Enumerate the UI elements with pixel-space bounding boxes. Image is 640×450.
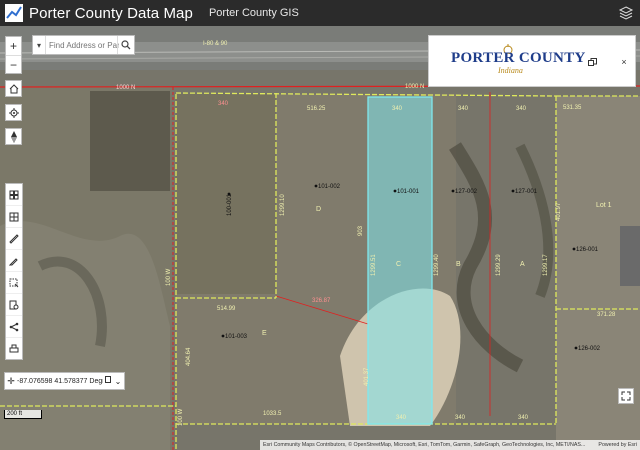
dim-1299-17: 1299.17 — [543, 254, 549, 276]
map-attribution: Esri Community Maps Contributors, © Open… — [260, 440, 640, 450]
search-input[interactable] — [46, 40, 122, 50]
search-button[interactable] — [117, 36, 134, 54]
scale-bar: 200 ft — [4, 410, 42, 419]
draw-icon — [9, 257, 18, 265]
parcel-letter-e: E — [262, 330, 267, 337]
query-icon — [9, 300, 19, 309]
dim-326-87: 326.87 — [312, 298, 331, 304]
home-button[interactable] — [5, 80, 22, 97]
dim-1299-10: 1299.10 — [280, 194, 286, 216]
parcel-id-126-002: 126-002 — [578, 346, 601, 352]
share-icon — [9, 322, 19, 331]
parcel-id-127-001: 127-001 — [515, 189, 538, 195]
fullscreen-button[interactable] — [618, 388, 634, 404]
dim-903: 903 — [358, 225, 364, 236]
basemap-gallery-button[interactable] — [6, 184, 22, 206]
dim-1299-51: 1299.51 — [371, 254, 377, 276]
label-road-north-b: 1000 N — [405, 84, 424, 90]
dim-514-99: 514.99 — [217, 306, 236, 312]
dim-340-selected-top: 340 — [392, 106, 403, 112]
dim-340-bottom-b: 340 — [455, 415, 466, 421]
app-title: Porter County Data Map — [29, 4, 193, 22]
dim-340-bottom-a: 340 — [518, 415, 529, 421]
dim-531-35: 531.35 — [563, 105, 582, 111]
label-road-west: 100 W — [166, 268, 172, 286]
draw-button[interactable] — [6, 250, 22, 272]
compass-icon — [10, 130, 17, 143]
county-brand-text: PORTER COUNTY — [451, 50, 586, 66]
restore-window-icon[interactable] — [586, 56, 598, 68]
measure-icon — [9, 233, 19, 244]
print-icon — [9, 344, 19, 352]
label-highway: I-80 & 90 — [203, 41, 228, 47]
chevron-down-icon[interactable]: ▾ — [33, 36, 46, 54]
dim-404-64: 404.64 — [186, 347, 192, 366]
tool-bar — [5, 183, 23, 360]
select-button[interactable] — [6, 272, 22, 294]
dim-401-97: 401.97 — [556, 202, 562, 221]
close-button[interactable]: × — [618, 56, 630, 68]
app-subtitle: Porter County GIS — [208, 7, 299, 19]
coordinate-readout: ✛ -87.076598 41.578377 Degr... ⌄ — [4, 372, 125, 390]
attribution-text: Esri Community Maps Contributors, © Open… — [263, 442, 586, 448]
search-icon — [121, 40, 131, 50]
parcel-label-lot-1: Lot 1 — [596, 202, 612, 209]
dim-401-37: 401.37 — [364, 367, 370, 386]
search-widget: ▾ — [32, 35, 135, 55]
parcel-letter-d: D — [316, 206, 321, 213]
county-script-text: Indiana — [498, 66, 523, 75]
dim-340-mid: 340 — [458, 106, 469, 112]
zoom-in-button[interactable]: + — [6, 37, 21, 56]
crosshair-icon[interactable]: ✛ — [5, 376, 17, 387]
layers-icon[interactable] — [618, 5, 634, 21]
parcel-letter-a: A — [520, 261, 525, 268]
fullscreen-icon — [621, 391, 631, 401]
parcel-id-101-001: 101-001 — [397, 189, 420, 195]
chevron-down-icon[interactable]: ⌄ — [113, 377, 123, 386]
copy-icon[interactable] — [103, 376, 113, 386]
dim-340-west: 340 — [218, 101, 229, 107]
zoom-out-button[interactable]: − — [6, 56, 21, 74]
compass-button[interactable] — [5, 128, 22, 145]
parcel-id-101-003: 101-003 — [225, 334, 248, 340]
parcel-letter-b: B — [456, 261, 461, 268]
parcel-id-100-001: 100-001 — [227, 193, 233, 216]
chart-wave-logo — [5, 4, 23, 22]
parcel-id-126-001: 126-001 — [576, 247, 599, 253]
county-logo-widget: PORTER COUNTY Indiana × — [428, 35, 636, 87]
parcel-letter-c: C — [396, 261, 401, 268]
query-button[interactable] — [6, 294, 22, 316]
parcel-id-101-002: 101-002 — [318, 184, 341, 190]
dim-1299-40: 1299.40 — [434, 254, 440, 276]
print-button[interactable] — [6, 338, 22, 359]
basemap-gallery-icon — [9, 190, 19, 199]
label-road-west-b: 100 W — [178, 408, 184, 426]
locate-icon — [8, 107, 19, 118]
dim-1033-5: 1033.5 — [263, 411, 282, 417]
dim-340-east: 340 — [516, 106, 527, 112]
measure-button[interactable] — [6, 228, 22, 250]
share-button[interactable] — [6, 316, 22, 338]
layer-list-button[interactable] — [6, 206, 22, 228]
label-road-north: 1000 N — [116, 85, 135, 91]
dim-340-selected-bottom: 340 — [396, 415, 407, 421]
zoom-controls: + − — [5, 36, 22, 74]
dim-516-25: 516.25 — [307, 106, 326, 112]
parcel-id-127-002: 127-002 — [455, 189, 478, 195]
app-header: Porter County Data Map Porter County GIS — [0, 0, 640, 26]
select-icon — [9, 278, 19, 287]
dim-371-28: 371.28 — [597, 312, 616, 318]
locate-button[interactable] — [5, 104, 22, 121]
layer-list-icon — [9, 212, 19, 221]
coordinate-value: -87.076598 41.578377 Degr... — [17, 377, 103, 385]
home-icon — [9, 83, 18, 93]
powered-by-esri[interactable]: Powered by Esri — [598, 440, 637, 450]
dim-1299-29: 1299.29 — [496, 254, 502, 276]
